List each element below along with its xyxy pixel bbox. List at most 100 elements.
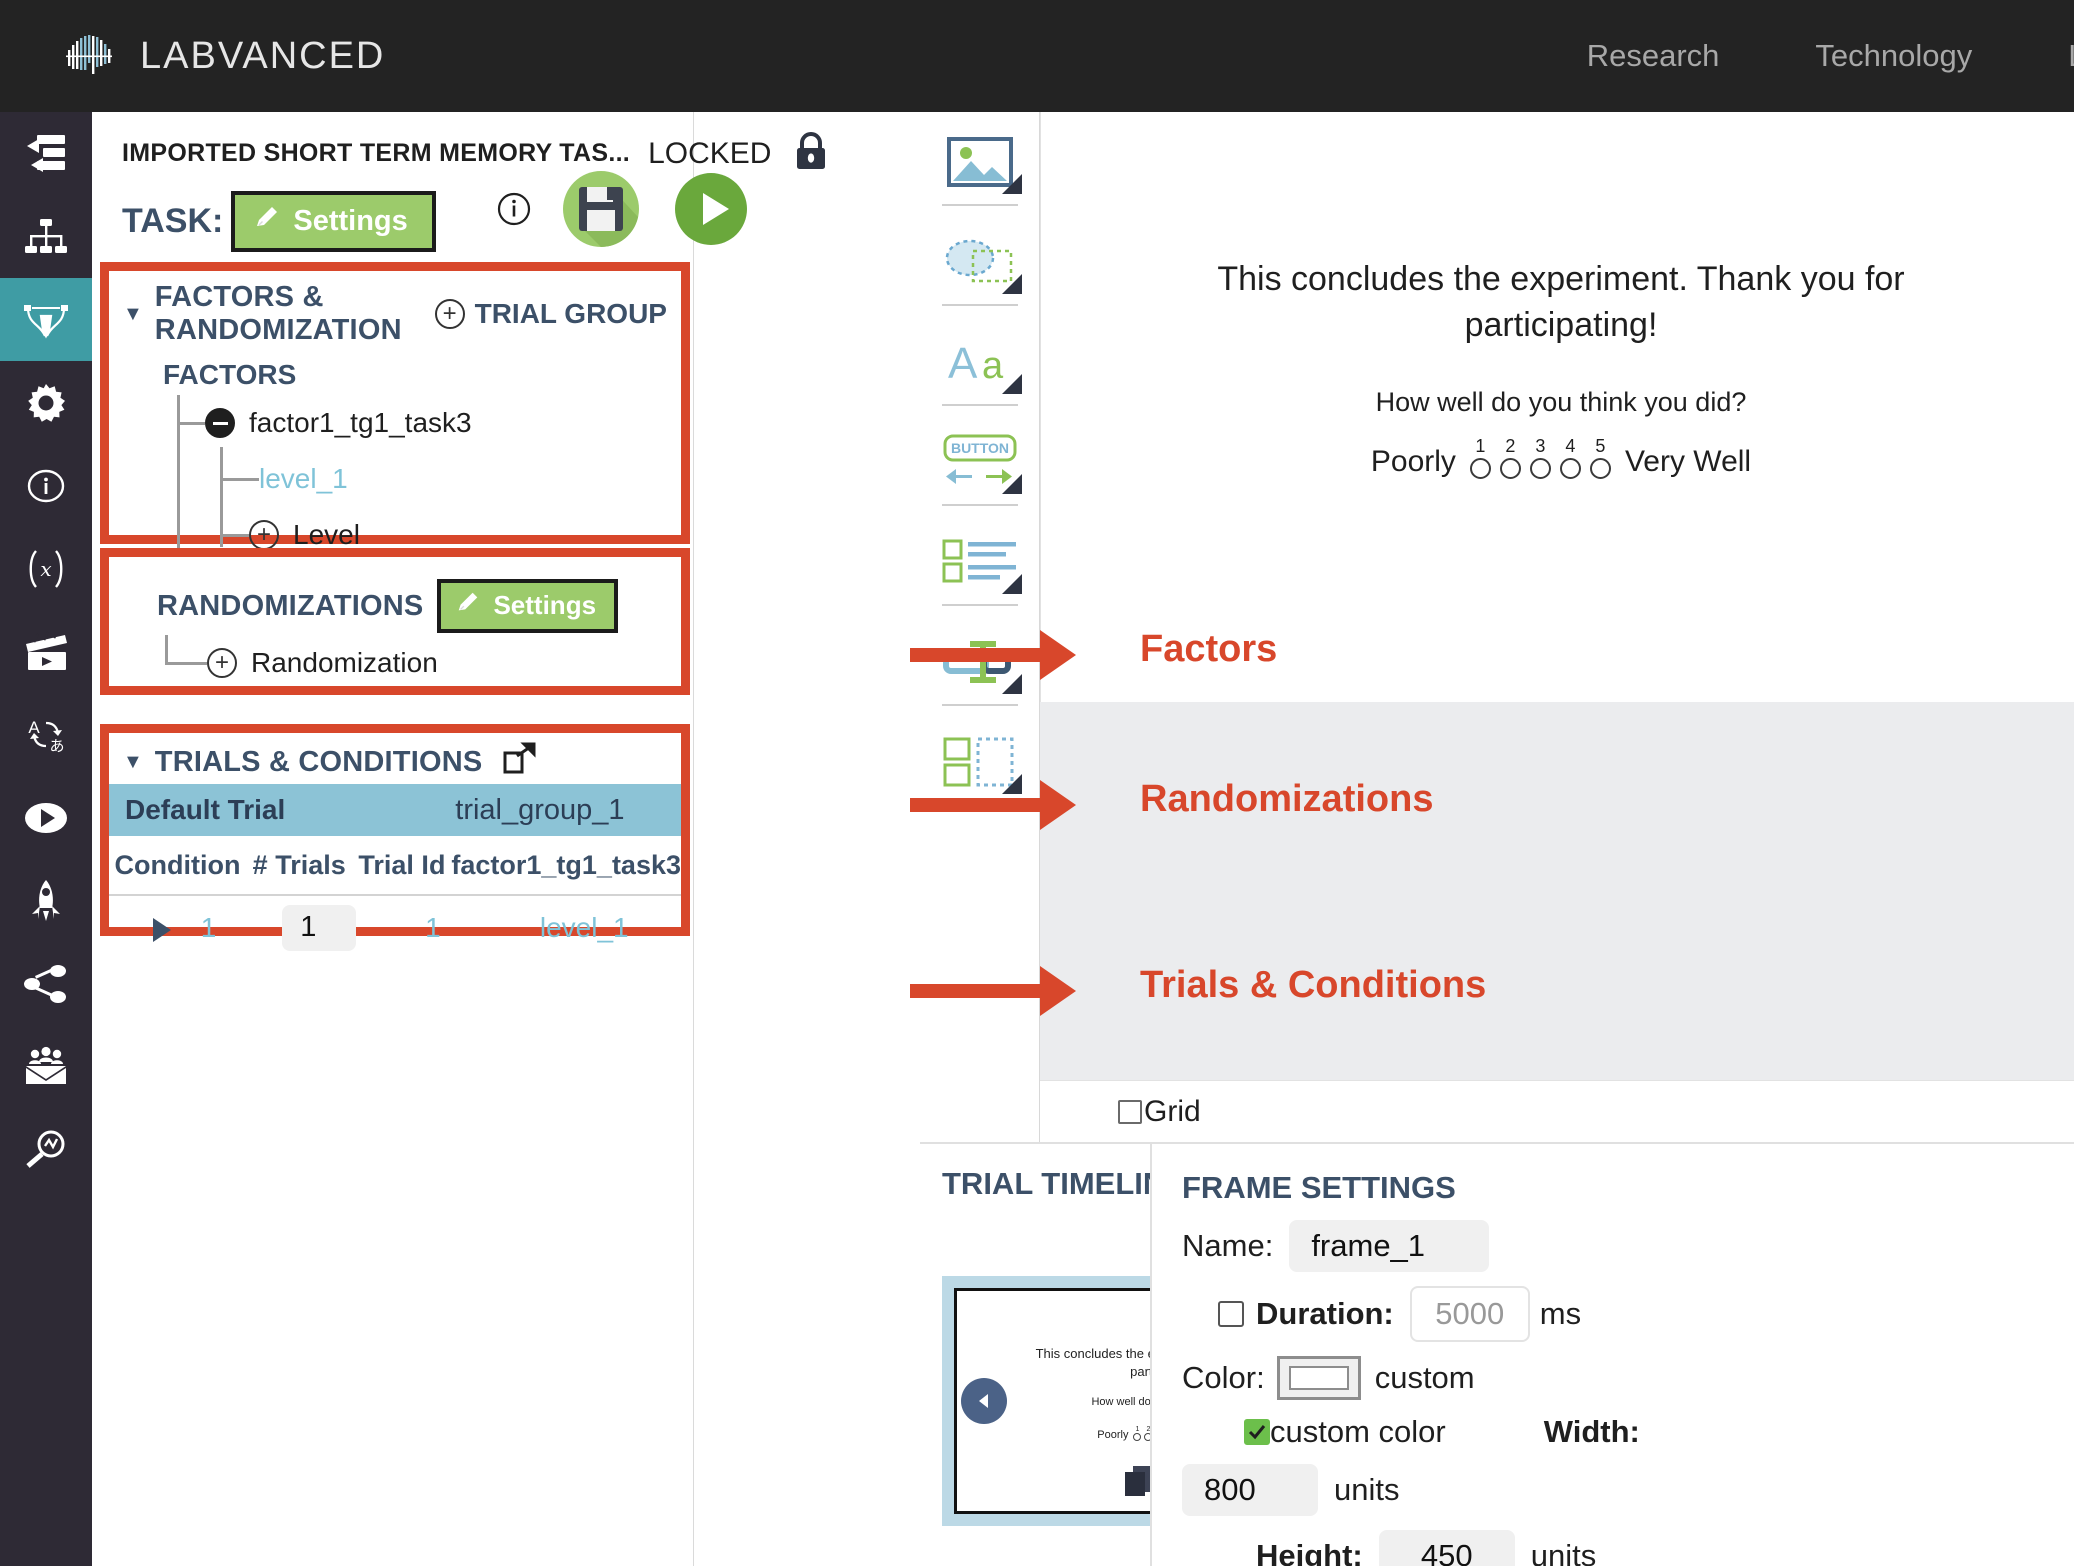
factors-heading: FACTORS [163, 359, 297, 390]
play-triangle-icon[interactable] [153, 917, 172, 942]
duration-input[interactable]: 5000 [1409, 1286, 1530, 1342]
expand-corner-icon[interactable] [1002, 474, 1022, 494]
expand-corner-icon[interactable] [1002, 774, 1022, 794]
custom-color-row: custom color Width: [1244, 1414, 2074, 1450]
collapse-factor-icon[interactable] [205, 408, 235, 438]
likert-option[interactable]: 4 [1559, 437, 1581, 479]
expand-corner-icon[interactable] [1002, 674, 1022, 694]
expand-corner-icon[interactable] [1002, 274, 1022, 294]
gear-icon [24, 381, 68, 425]
shape-element-icon[interactable] [920, 212, 1040, 312]
likert-option[interactable]: 2 [1499, 437, 1521, 479]
floppy-save-icon[interactable] [562, 170, 640, 253]
layout-element-icon[interactable] [920, 712, 1040, 812]
nav-technology[interactable]: Technology [1815, 38, 1972, 74]
likert-options[interactable]: 1 2 3 4 5 [1469, 437, 1611, 479]
column-condition: Condition [114, 849, 241, 880]
add-randomization-node[interactable]: + Randomization [165, 635, 681, 691]
color-label: Color: [1182, 1360, 1265, 1395]
radio-icon[interactable] [1469, 458, 1491, 479]
sidebar-item-variables[interactable]: x [0, 527, 92, 610]
radio-icon[interactable] [1559, 458, 1581, 479]
trials-section-header: ▼ TRIALS & CONDITIONS [109, 733, 681, 784]
annotation-arrow-head [1040, 630, 1076, 680]
sidebar-item-participants[interactable] [0, 1025, 92, 1108]
frame-name-input[interactable]: frame_1 [1289, 1220, 1490, 1272]
nav-learn[interactable]: Lea [2068, 38, 2074, 74]
custom-color-checkbox[interactable] [1244, 1419, 1270, 1445]
sidebar-item-publish[interactable] [0, 859, 92, 942]
brand-name: LABVANCED [140, 34, 386, 77]
input-element-icon[interactable] [920, 612, 1040, 712]
sidebar-item-study-design[interactable] [0, 195, 92, 278]
sidebar-item-share[interactable] [0, 942, 92, 1025]
color-swatch[interactable] [1276, 1356, 1361, 1400]
expand-corner-icon[interactable] [1002, 574, 1022, 594]
sidebar-item-task-editor[interactable] [0, 278, 92, 361]
sidebar-item-media[interactable] [0, 610, 92, 693]
sidebar-item-import[interactable] [0, 112, 92, 195]
radio-icon[interactable] [1499, 458, 1521, 479]
trial-group-banner[interactable]: Default Trial trial_group_1 [109, 784, 681, 836]
info-circle-icon[interactable] [492, 187, 536, 236]
trial-id-value: 1 [425, 912, 441, 943]
factor-node[interactable]: factor1_tg1_task3 [177, 395, 681, 451]
canvas-conclude-text[interactable]: This concludes the experiment. Thank you… [1151, 257, 1971, 349]
duration-checkbox[interactable] [1218, 1301, 1244, 1327]
randomizations-settings-button[interactable]: Settings [437, 579, 619, 633]
caret-down-icon[interactable]: ▼ [123, 303, 143, 326]
button-element-icon[interactable]: BUTTON [920, 412, 1040, 512]
sidebar-item-settings[interactable] [0, 361, 92, 444]
grid-checkbox[interactable] [1118, 1099, 1142, 1124]
expand-corner-icon[interactable] [1002, 374, 1022, 394]
caret-down-icon[interactable]: ▼ [123, 751, 143, 774]
nav-research[interactable]: Research [1587, 38, 1720, 74]
tree-line [165, 662, 207, 665]
duration-unit: ms [1539, 1296, 1582, 1331]
likert-option[interactable]: 5 [1589, 437, 1611, 479]
sidebar-item-data-analysis[interactable] [0, 1108, 92, 1191]
brand[interactable]: LABVANCED [62, 28, 385, 84]
svg-text:BUTTON: BUTTON [951, 440, 1009, 456]
level-name: level_1 [259, 463, 348, 494]
level-node[interactable]: level_1 [177, 451, 681, 507]
left-rail: x A あ [0, 112, 92, 1566]
expand-corner-icon[interactable] [1002, 174, 1022, 194]
likert-option[interactable]: 1 [1469, 437, 1491, 479]
task-settings-label: Settings [293, 204, 408, 237]
open-external-icon[interactable] [500, 741, 538, 784]
sidebar-item-info[interactable] [0, 444, 92, 527]
task-settings-button[interactable]: Settings [231, 191, 436, 252]
height-input[interactable]: 450 [1378, 1530, 1515, 1566]
width-label: Width: [1543, 1414, 1640, 1449]
add-trial-group-button[interactable]: + TRIAL GROUP [434, 298, 667, 330]
annotation-arrow-head [1040, 966, 1076, 1016]
svg-text:あ: あ [49, 737, 64, 755]
text-element-icon[interactable]: A a [920, 312, 1040, 412]
randomizations-tree: + Randomization [165, 635, 681, 691]
plus-icon: + [434, 299, 465, 329]
annotation-arrow-line [910, 648, 1040, 662]
sidebar-item-preview[interactable] [0, 776, 92, 859]
condition-cell[interactable]: 1 [109, 912, 260, 944]
pencil-icon [253, 203, 281, 239]
likert-option[interactable]: 3 [1529, 437, 1551, 479]
thumbnail-likert-number: 1 [1135, 1426, 1140, 1433]
table-row[interactable]: 1 1 1 level_1 [109, 896, 681, 960]
num-trials-cell[interactable]: 1 [260, 905, 378, 951]
radio-icon[interactable] [1529, 458, 1551, 479]
play-run-icon[interactable] [672, 170, 750, 253]
num-trials-input[interactable]: 1 [282, 905, 357, 951]
checkbox-list-element-icon[interactable] [920, 512, 1040, 612]
likert-scale[interactable]: Poorly 1 2 3 4 5 Very Well [1151, 437, 1971, 479]
radio-icon[interactable] [1589, 458, 1611, 479]
width-row: 800 units [1182, 1464, 2074, 1516]
factor-name: factor1_tg1_task3 [249, 407, 472, 438]
prev-arrow-icon[interactable] [961, 1378, 1007, 1424]
canvas-frame[interactable]: This concludes the experiment. Thank you… [1040, 112, 2074, 702]
image-element-icon[interactable] [920, 112, 1040, 212]
add-level-label: Level [293, 519, 360, 550]
width-input[interactable]: 800 [1182, 1464, 1318, 1516]
sidebar-item-translate[interactable]: A あ [0, 693, 92, 776]
canvas-question-text[interactable]: How well do you think you did? [1151, 387, 1971, 418]
